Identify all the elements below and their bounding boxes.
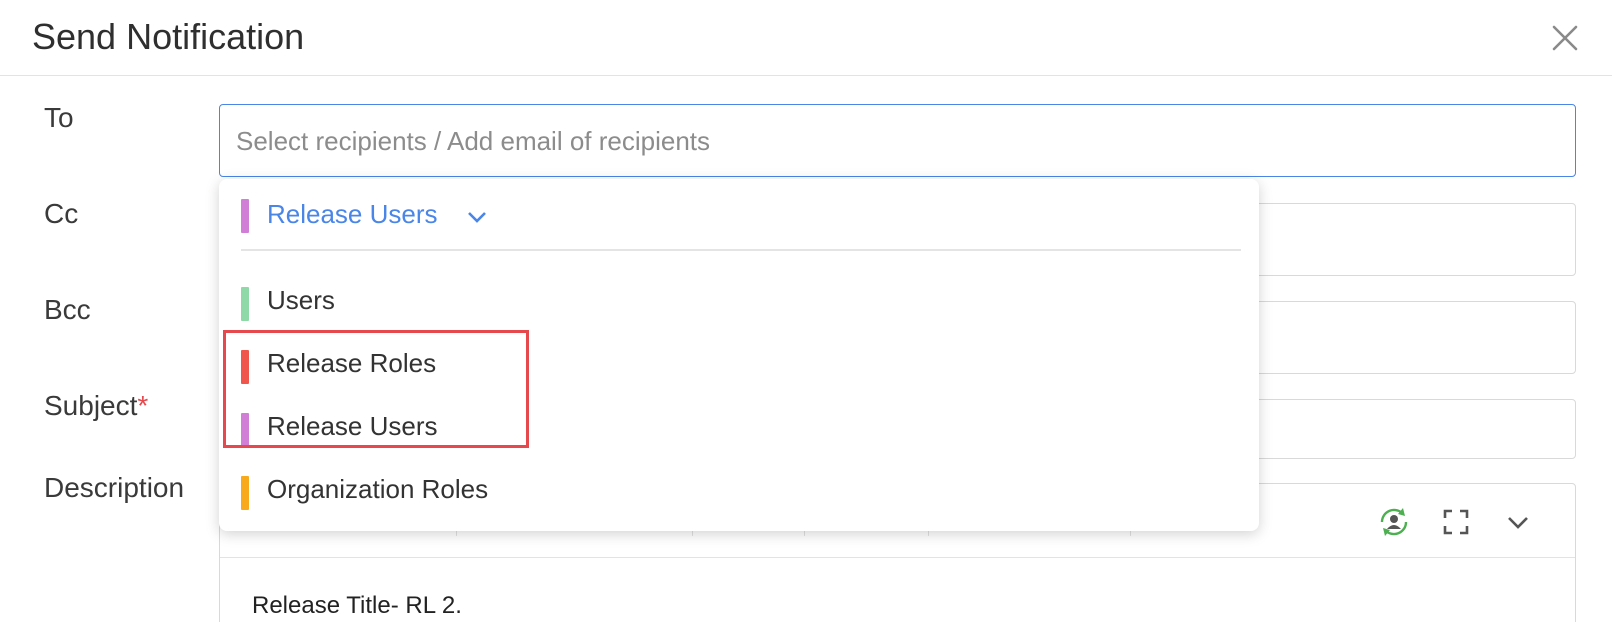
chevron-down-icon[interactable] [1500,504,1536,540]
header-color-bar [241,199,249,233]
option-release-roles[interactable]: Release Roles [241,338,1231,394]
option-label: Organization Roles [267,474,489,504]
cc-label: Cc [44,198,79,229]
chevron-down-icon[interactable] [465,205,489,234]
required-asterisk: * [137,390,149,421]
option-color-bar [241,287,249,321]
dialog-title: Send Notification [32,16,305,57]
option-color-bar [241,476,249,510]
user-sync-icon[interactable] [1376,504,1412,540]
subject-label: Subject* [44,390,148,422]
option-release-users[interactable]: Release Users [241,401,1231,457]
fullscreen-icon[interactable] [1438,504,1474,540]
bcc-label: Bcc [44,294,91,325]
editor-content[interactable]: Release Title- RL 2. [252,592,462,620]
to-field[interactable] [219,104,1576,177]
option-color-bar [241,350,249,384]
option-label: Release Users [267,411,438,441]
recipient-dropdown: Release Users Users Release Roles Releas… [219,179,1259,531]
close-icon[interactable] [1545,18,1585,58]
dropdown-header[interactable]: Release Users [241,197,1241,251]
option-color-bar [241,413,249,447]
to-label: To [44,102,74,133]
to-input[interactable] [236,123,1536,159]
dialog-header: Send Notification [0,0,1612,76]
option-label: Release Roles [267,348,437,378]
option-users[interactable]: Users [241,275,1231,331]
option-organization-roles[interactable]: Organization Roles [241,464,1231,520]
dropdown-header-label: Release Users [267,199,438,229]
option-label: Users [267,285,335,315]
description-label: Description [44,472,185,503]
subject-label-text: Subject [44,390,138,421]
